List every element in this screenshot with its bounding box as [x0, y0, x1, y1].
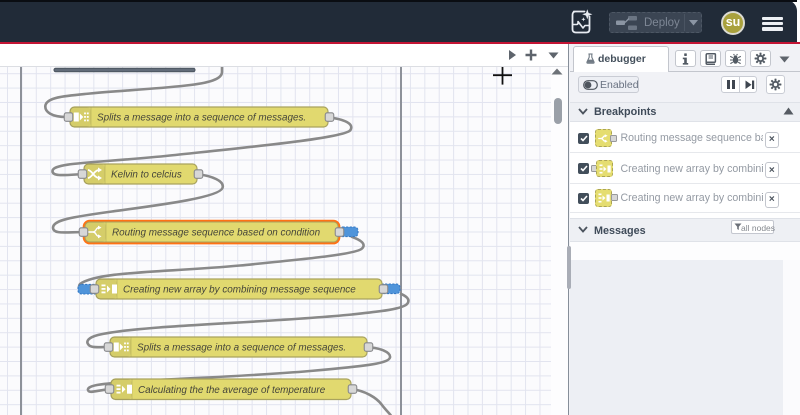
svg-text:Splits a message into a sequen: Splits a message into a sequence of mess… — [97, 113, 306, 124]
svg-text:Splits a message into a sequen: Splits a message into a sequence of mess… — [137, 343, 346, 354]
svg-text:Creating new array by combinin: Creating new array by combining message … — [123, 285, 356, 296]
svg-text:Kelvin to celcius: Kelvin to celcius — [111, 170, 182, 181]
svg-text:Calculating the the average of: Calculating the the average of temperatu… — [138, 385, 326, 396]
svg-text:Routing message sequence based: Routing message sequence based on condit… — [112, 228, 321, 239]
